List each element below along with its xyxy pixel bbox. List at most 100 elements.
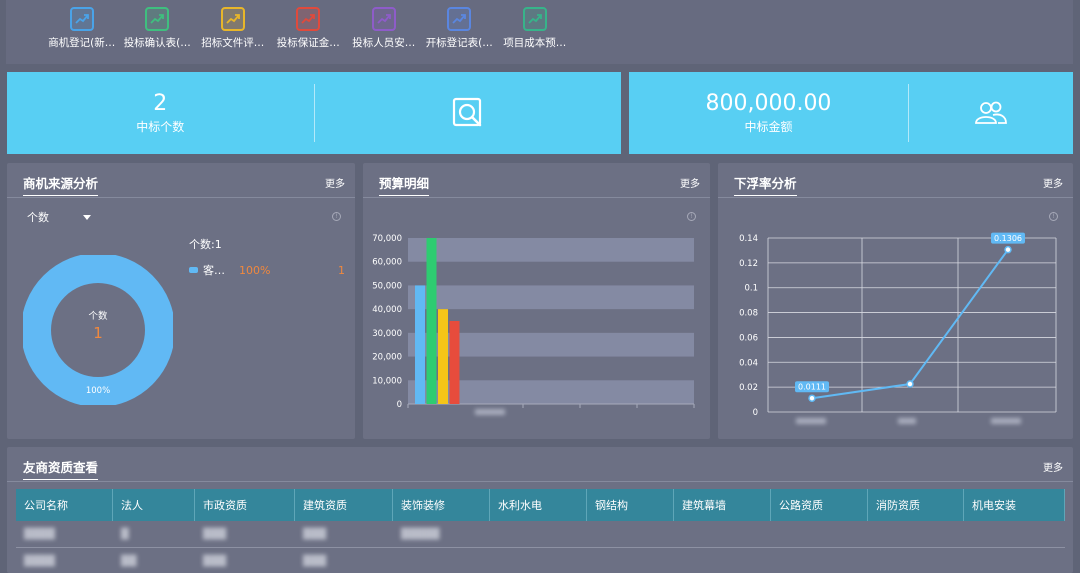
column-header[interactable]: 钢结构 [587, 489, 674, 521]
column-header[interactable]: 法人 [113, 489, 195, 521]
discount-rate-panel: 下浮率分析 更多 ! 0 0.02 0.04 0.06 0.08 0.1 0.12 0.14 0… [718, 163, 1073, 439]
shortcut-item[interactable]: 招标文件评… [195, 0, 271, 50]
search-document-icon[interactable] [451, 96, 485, 130]
column-header[interactable]: 装饰装修 [393, 489, 490, 521]
kpi-won-amount-card: 800,000.00 中标金额 [629, 72, 1073, 154]
won-amount-value: 800,000.00 [705, 90, 832, 116]
shortcut-item[interactable]: 开标登记表(… [422, 0, 498, 50]
bar[interactable] [438, 309, 448, 404]
legend-name: 客… [203, 264, 225, 277]
info-icon[interactable]: ! [332, 212, 341, 221]
x-tick-label-blurred [898, 418, 916, 424]
bar[interactable] [415, 285, 425, 404]
won-amount-caption: 中标金额 [744, 119, 793, 134]
y-tick-label: 70,000 [372, 234, 402, 244]
y-tick-label: 60,000 [372, 258, 402, 268]
legend-header: 个数:1 [189, 238, 222, 251]
data-label: 0.0111 [798, 383, 826, 392]
column-header[interactable]: 公司名称 [16, 489, 113, 521]
panel-title: 友商资质查看 [23, 457, 99, 480]
donut-center-label: 个数 [88, 310, 108, 322]
trend-up-icon [371, 7, 396, 31]
panel-title: 商机来源分析 [23, 173, 99, 196]
data-label: 0.1306 [994, 234, 1022, 243]
shortcut-label: 投标确认表(… [123, 37, 191, 49]
x-tick-label-blurred [475, 409, 505, 415]
shortcut-label: 开标登记表(… [425, 37, 493, 49]
trend-up-icon [296, 7, 321, 31]
shortcut-item[interactable]: 项目成本预… [497, 0, 573, 50]
bar[interactable] [449, 321, 460, 404]
y-tick-label: 50,000 [372, 281, 402, 291]
kpi-won-count-card: 2 中标个数 [7, 72, 621, 154]
data-point[interactable] [1004, 245, 1012, 254]
rival-table: 公司名称 法人 市政资质 建筑资质 装饰装修 水利水电 钢结构 建筑幕墙 公路资质 消防资质 机电安… [16, 489, 1065, 573]
source-analysis-panel: 商机来源分析 更多 个数 ! 个数:1 客… 100% 1 个数 1 100% [7, 163, 355, 439]
y-tick-label: 0.02 [739, 383, 758, 393]
discount-line-chart: 0 0.02 0.04 0.06 0.08 0.1 0.12 0.14 0.0111 0.1306 [739, 232, 1057, 424]
legend-swatch [189, 267, 198, 273]
more-link[interactable]: 更多 [325, 175, 345, 190]
y-tick-label: 0.04 [739, 358, 758, 368]
column-header[interactable]: 消防资质 [868, 489, 964, 521]
table-row[interactable]: ████ █ ███ ███ █████ [16, 521, 1065, 548]
budget-detail-panel: 预算明细 更多 ! 0 10,000 20,000 30,000 40,000 50,00… [363, 163, 710, 439]
shortcut-label: 项目成本预… [503, 37, 567, 49]
trend-up-icon [522, 7, 547, 31]
trend-up-icon [69, 7, 94, 31]
shortcut-bar: 商机登记(新… 投标确认表(… 招标文件评… 投标保证金… 投标人员安… 开标登记表(… 项… [6, 0, 1073, 64]
y-tick-label: 40,000 [372, 305, 402, 315]
panel-divider [7, 197, 355, 198]
legend-item[interactable]: 客… 100% 1 [189, 262, 345, 278]
budget-bar-chart: 0 10,000 20,000 30,000 40,000 50,000 60,000 70,… [372, 234, 695, 415]
more-link[interactable]: 更多 [1043, 459, 1063, 474]
won-count-value: 2 [153, 90, 168, 116]
users-icon[interactable] [973, 100, 1009, 126]
trend-up-icon [220, 7, 245, 31]
y-tick-label: 0.1 [744, 284, 758, 294]
column-header[interactable]: 市政资质 [195, 489, 295, 521]
y-tick-label: 0 [397, 400, 402, 410]
donut-center-value: 1 [93, 324, 103, 342]
shortcut-item[interactable]: 投标人员安… [346, 0, 422, 50]
shortcut-item[interactable]: 商机登记(新… [44, 0, 120, 50]
trend-up-icon [145, 7, 170, 31]
shortcut-item[interactable]: 投标保证金… [271, 0, 347, 50]
metric-select[interactable]: 个数 [27, 209, 91, 225]
y-tick-label: 10,000 [372, 376, 402, 386]
y-tick-label: 20,000 [372, 353, 402, 363]
panel-divider [7, 481, 1073, 482]
donut-percent-label: 100% [86, 386, 110, 396]
shortcut-label: 商机登记(新… [48, 37, 116, 49]
shortcut-item[interactable]: 投标确认表(… [120, 0, 196, 50]
column-header[interactable]: 机电安装 [964, 489, 1065, 521]
column-header[interactable]: 建筑资质 [295, 489, 393, 521]
y-tick-label: 0.08 [739, 309, 758, 319]
table-header: 公司名称 法人 市政资质 建筑资质 装饰装修 水利水电 钢结构 建筑幕墙 公路资质 消防资质 机电安… [16, 489, 1065, 521]
x-tick-label-blurred [991, 418, 1021, 424]
chevron-down-icon [83, 214, 91, 220]
x-tick-label-blurred [796, 418, 826, 424]
table-row[interactable]: ████ ██ ███ ███ [16, 548, 1065, 573]
column-header[interactable]: 公路资质 [771, 489, 868, 521]
trend-up-icon [447, 7, 472, 31]
y-tick-label: 0.06 [739, 333, 758, 343]
column-header[interactable]: 建筑幕墙 [674, 489, 771, 521]
metric-select-value: 个数 [27, 211, 49, 224]
column-header[interactable]: 水利水电 [490, 489, 587, 521]
bar[interactable] [426, 238, 437, 404]
donut-chart: 个数 1 100% [23, 255, 173, 405]
legend-percent: 100% [239, 263, 271, 277]
y-tick-label: 0 [753, 408, 758, 418]
shortcut-label: 招标文件评… [201, 37, 265, 49]
y-tick-label: 0.14 [739, 234, 758, 244]
shortcut-label: 投标人员安… [352, 37, 416, 49]
series-line [811, 249, 1009, 400]
data-point[interactable] [906, 380, 914, 388]
won-count-caption: 中标个数 [136, 119, 185, 134]
data-point[interactable] [808, 394, 816, 402]
shortcut-label: 投标保证金… [276, 37, 340, 49]
grid-band [408, 238, 694, 262]
legend-count: 1 [338, 263, 345, 277]
y-tick-label: 0.12 [739, 259, 758, 269]
